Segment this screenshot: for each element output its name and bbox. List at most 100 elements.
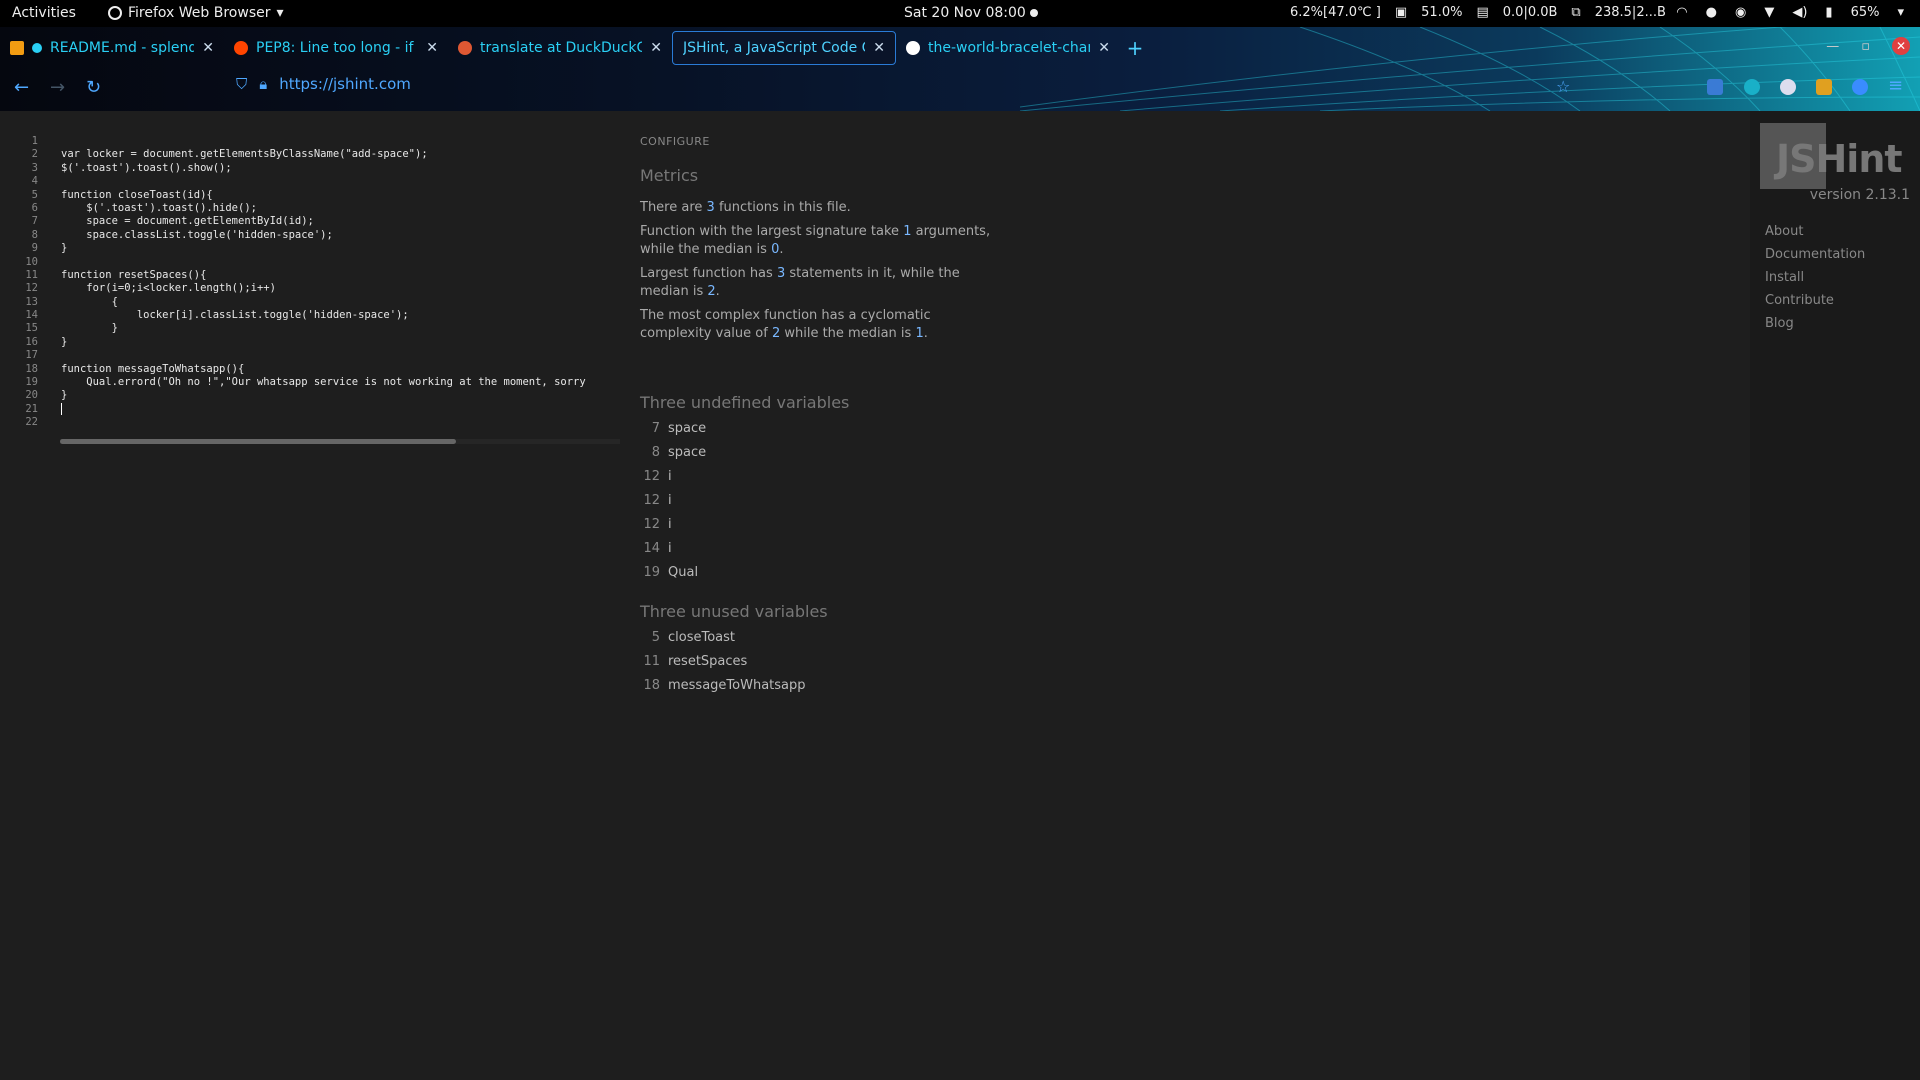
variable-row[interactable]: 12 i: [640, 464, 1140, 488]
close-tab-icon[interactable]: ✕: [1098, 40, 1110, 56]
code-line[interactable]: 22: [0, 416, 625, 429]
code-text[interactable]: locker[i].classList.toggle('hidden-space…: [38, 309, 409, 322]
configure-link[interactable]: CONFIGURE: [640, 135, 1140, 148]
sidebar-item-blog[interactable]: Blog: [1765, 315, 1865, 332]
sidebar-item-documentation[interactable]: Documentation: [1765, 246, 1865, 263]
minimize-icon[interactable]: —: [1826, 39, 1839, 54]
discord-icon[interactable]: ◉: [1735, 5, 1746, 20]
code-line[interactable]: 18 function messageToWhatsapp(){: [0, 363, 625, 376]
tracking-shield-icon[interactable]: ⛉: [236, 75, 247, 93]
forward-icon[interactable]: →: [50, 77, 65, 98]
variable-row[interactable]: 12 i: [640, 488, 1140, 512]
line-number: 10: [25, 255, 38, 268]
steam-icon[interactable]: ●: [1706, 5, 1717, 20]
variable-row[interactable]: 12 i: [640, 512, 1140, 536]
code-editor[interactable]: 1 2 var locker = document.getElementsByCla…: [0, 135, 625, 430]
reload-icon[interactable]: ↻: [86, 77, 101, 98]
app-menu[interactable]: Firefox Web Browser ▾: [108, 5, 284, 21]
extension-gold-icon[interactable]: [1816, 79, 1832, 95]
code-text[interactable]: [38, 175, 61, 188]
tab-pep8[interactable]: PEP8: Line too long - if I ✕: [224, 31, 448, 65]
extension-moon-icon[interactable]: [1780, 79, 1796, 95]
extension-b-icon[interactable]: [1744, 79, 1760, 95]
code-line[interactable]: 16}: [0, 336, 625, 349]
variable-row[interactable]: 7 space: [640, 416, 1140, 440]
new-tab-button[interactable]: +: [1120, 31, 1150, 65]
tab-github[interactable]: the-world-bracelet-cham ✕: [896, 31, 1120, 65]
code-text[interactable]: [38, 416, 61, 429]
variable-name: closeToast: [668, 629, 736, 645]
code-line[interactable]: 6 $('.toast').toast().hide();: [0, 202, 625, 215]
back-icon[interactable]: ←: [14, 77, 29, 98]
code-text[interactable]: Qual.errord("Oh no !","Our whatsapp serv…: [38, 376, 585, 389]
close-tab-icon[interactable]: ✕: [650, 40, 662, 56]
code-line[interactable]: 5 function closeToast(id){: [0, 189, 625, 202]
code-line[interactable]: 21: [0, 402, 625, 416]
pocket-icon[interactable]: [1707, 79, 1723, 95]
sidebar-item-about[interactable]: About: [1765, 223, 1865, 240]
tab-duckduckgo[interactable]: translate at DuckDuckGo ✕: [448, 31, 672, 65]
code-line[interactable]: 9}: [0, 242, 625, 255]
code-text[interactable]: [38, 402, 62, 416]
code-line[interactable]: 1: [0, 135, 625, 148]
system-tray[interactable]: ◠ ● ◉ ▼ ◀) ▮ 65% ▾: [1676, 5, 1904, 20]
code-text[interactable]: function resetSpaces(){: [38, 269, 206, 282]
lock-icon[interactable]: 🔒︎: [259, 75, 267, 93]
variable-row[interactable]: 19 Qual: [640, 560, 1140, 584]
code-text[interactable]: $('.toast').toast().hide();: [38, 202, 257, 215]
url-bar[interactable]: ⛉ 🔒︎ https://jshint.com: [236, 75, 411, 93]
code-line[interactable]: 20}: [0, 389, 625, 402]
sidebar-item-install[interactable]: Install: [1765, 269, 1865, 286]
code-text[interactable]: [38, 349, 61, 362]
code-line[interactable]: 10: [0, 256, 625, 269]
code-line[interactable]: 13 {: [0, 296, 625, 309]
hamburger-menu-icon[interactable]: ≡: [1888, 75, 1903, 96]
code-text[interactable]: }: [38, 242, 67, 255]
variable-row[interactable]: 8 space: [640, 440, 1140, 464]
close-tab-icon[interactable]: ✕: [426, 40, 438, 56]
editor-scrollbar-thumb[interactable]: [60, 439, 456, 444]
code-text[interactable]: [38, 135, 61, 148]
url-text[interactable]: https://jshint.com: [279, 75, 411, 93]
variable-row[interactable]: 14 i: [640, 536, 1140, 560]
sidebar-item-contribute[interactable]: Contribute: [1765, 292, 1865, 309]
code-line[interactable]: 19 Qual.errord("Oh no !","Our whatsapp s…: [0, 376, 625, 389]
code-text[interactable]: }: [38, 336, 67, 349]
system-monitor[interactable]: 6.2%[47.0℃ ] ▣ 51.0% ▤ 0.0|0.0B ⧉ 238.5|…: [1290, 5, 1666, 20]
variable-row[interactable]: 11 resetSpaces: [640, 649, 1140, 673]
code-line[interactable]: 11 function resetSpaces(){: [0, 269, 625, 282]
code-line[interactable]: 15 }: [0, 322, 625, 335]
clock[interactable]: Sat 20 Nov 08:00: [904, 5, 1026, 21]
variable-row[interactable]: 18 messageToWhatsapp: [640, 673, 1140, 697]
code-text[interactable]: }: [38, 322, 118, 335]
code-line[interactable]: 8 space.classList.toggle('hidden-space')…: [0, 229, 625, 242]
tab-jshint[interactable]: JSHint, a JavaScript Code Qu ✕: [672, 31, 896, 65]
code-text[interactable]: function closeToast(id){: [38, 189, 213, 202]
code-line[interactable]: 4: [0, 175, 625, 188]
close-tab-icon[interactable]: ✕: [202, 40, 214, 56]
code-text[interactable]: for(i=0;i<locker.length();i++): [38, 282, 276, 295]
tab-readme[interactable]: README.md - splendid ✕: [0, 31, 224, 65]
code-text[interactable]: [38, 256, 61, 269]
code-text[interactable]: space.classList.toggle('hidden-space');: [38, 229, 333, 242]
code-text[interactable]: {: [38, 296, 118, 309]
code-line[interactable]: 3 $('.toast').toast().show();: [0, 162, 625, 175]
maximize-icon[interactable]: ▫: [1861, 39, 1870, 54]
code-text[interactable]: $('.toast').toast().show();: [38, 162, 232, 175]
code-text[interactable]: space = document.getElementById(id);: [38, 215, 314, 228]
bookmark-star-icon[interactable]: ☆: [1556, 77, 1570, 96]
code-line[interactable]: 12 for(i=0;i<locker.length();i++): [0, 282, 625, 295]
close-window-icon[interactable]: ✕: [1892, 37, 1910, 55]
code-line[interactable]: 14 locker[i].classList.toggle('hidden-sp…: [0, 309, 625, 322]
code-line[interactable]: 7 space = document.getElementById(id);: [0, 215, 625, 228]
code-line[interactable]: 2 var locker = document.getElementsByClas…: [0, 148, 625, 161]
chevron-down-icon: ▾: [1897, 5, 1904, 20]
close-tab-icon[interactable]: ✕: [873, 40, 885, 56]
activities-button[interactable]: Activities: [12, 5, 76, 21]
code-line[interactable]: 17: [0, 349, 625, 362]
code-text[interactable]: var locker = document.getElementsByClass…: [38, 148, 428, 161]
code-text[interactable]: function messageToWhatsapp(){: [38, 363, 244, 376]
extension-blue-icon[interactable]: [1852, 79, 1868, 95]
variable-row[interactable]: 5 closeToast: [640, 625, 1140, 649]
code-text[interactable]: }: [38, 389, 67, 402]
